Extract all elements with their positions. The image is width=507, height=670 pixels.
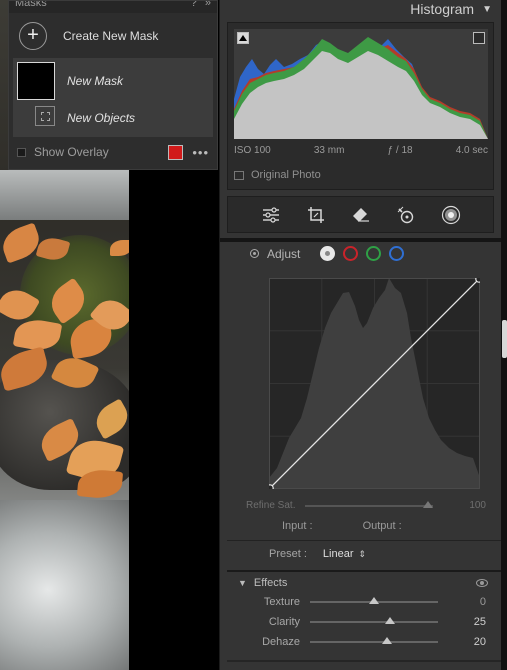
sliders-icon[interactable]: [261, 205, 281, 225]
eye-icon[interactable]: [476, 579, 488, 587]
plus-icon: +: [19, 21, 47, 50]
histogram-chart: [234, 37, 488, 139]
collapse-icon[interactable]: »: [205, 1, 211, 9]
masks-panel-header: Masks ? »: [9, 1, 217, 13]
dehaze-slider[interactable]: [310, 637, 438, 644]
refine-saturation-value[interactable]: 100: [469, 500, 486, 511]
mask-icon[interactable]: [441, 205, 461, 225]
show-overlay-label: Show Overlay: [34, 145, 109, 159]
histogram-header[interactable]: Histogram ▼: [220, 0, 502, 18]
help-icon[interactable]: ?: [191, 1, 197, 9]
clarity-value[interactable]: 25: [474, 616, 486, 628]
more-options-icon[interactable]: •••: [192, 145, 209, 160]
mask-name[interactable]: New Mask: [67, 74, 123, 88]
histogram-graph: [234, 29, 488, 139]
clarity-slider-row: Clarity 25: [246, 616, 486, 628]
scrollbar-thumb[interactable]: [502, 320, 507, 358]
tone-curve-graph[interactable]: [266, 275, 483, 492]
tone-curve-svg: [266, 275, 483, 492]
dehaze-knob[interactable]: [381, 637, 392, 644]
effects-title: Effects: [253, 577, 288, 589]
curve-adjust-row: Adjust: [250, 246, 412, 261]
texture-slider[interactable]: [310, 597, 438, 604]
histogram-box: ISO 100 33 mm ƒ / 18 4.0 sec Original Ph…: [227, 22, 494, 190]
original-photo-label: Original Photo: [251, 169, 321, 181]
texture-knob[interactable]: [369, 597, 379, 604]
divider: [227, 660, 502, 662]
show-overlay-checkbox[interactable]: [17, 147, 26, 157]
iso-value: ISO 100: [234, 145, 271, 156]
refine-saturation-label: Refine Sat.: [246, 500, 296, 511]
panel-separator: [220, 238, 502, 242]
masks-panel-title: Masks: [15, 1, 47, 9]
dropdown-arrows-icon[interactable]: ⇕: [358, 549, 366, 560]
clarity-slider[interactable]: [310, 617, 438, 624]
focal-length: 33 mm: [313, 145, 345, 156]
photo-leaf: [110, 240, 129, 256]
disclosure-triangle-icon[interactable]: ▼: [238, 578, 247, 588]
crop-icon[interactable]: [306, 205, 326, 225]
curve-preset-row: Preset : Linear ⇕: [269, 548, 366, 560]
dehaze-slider-row: Dehaze 20: [246, 636, 486, 648]
overlay-color-swatch[interactable]: [168, 144, 184, 160]
refine-saturation-knob[interactable]: [423, 500, 434, 508]
mask-component-name[interactable]: New Objects: [67, 111, 135, 125]
mask-thumbnail: [17, 62, 55, 100]
photo-water: [0, 500, 129, 670]
blue-channel-button[interactable]: [389, 246, 405, 261]
create-new-mask-label: Create New Mask: [63, 28, 159, 43]
preset-dropdown-value[interactable]: Linear: [323, 548, 354, 560]
dehaze-value[interactable]: 20: [474, 636, 486, 648]
input-label: Input :: [282, 520, 313, 532]
heal-icon[interactable]: [396, 205, 416, 225]
shutter-speed: 4.0 sec: [455, 145, 488, 156]
collapse-triangle-icon[interactable]: ▼: [482, 4, 492, 15]
red-channel-button[interactable]: [343, 246, 359, 261]
right-panel-scrollbar[interactable]: [501, 0, 507, 670]
refine-saturation-slider[interactable]: [305, 500, 434, 508]
photo-water-top: [0, 170, 129, 220]
input-output-readout: Input : Output :: [282, 520, 482, 532]
curve-point-white[interactable]: [475, 275, 483, 283]
original-photo-checkbox[interactable]: [234, 170, 244, 180]
texture-slider-row: Texture 0: [246, 596, 486, 608]
point-curve-channel-button[interactable]: [320, 246, 336, 261]
dehaze-label: Dehaze: [262, 636, 300, 648]
objects-mask-icon: [35, 106, 55, 126]
texture-value[interactable]: 0: [480, 596, 486, 608]
aperture-value: ƒ / 18: [387, 145, 413, 156]
clarity-label: Clarity: [268, 616, 300, 628]
shadow-clipping-icon[interactable]: [237, 32, 249, 44]
highlight-clipping-icon[interactable]: [473, 32, 485, 44]
original-photo-toggle[interactable]: Original Photo: [234, 169, 321, 181]
histogram-title: Histogram: [410, 1, 475, 17]
exif-info: ISO 100 33 mm ƒ / 18 4.0 sec: [234, 145, 488, 156]
adjust-label: Adjust: [267, 246, 301, 261]
green-channel-button[interactable]: [366, 246, 382, 261]
tool-strip: [227, 196, 494, 233]
eraser-icon[interactable]: [351, 205, 371, 225]
divider: [227, 540, 502, 541]
refine-saturation-row: Refine Sat. 100: [246, 500, 486, 511]
preset-label: Preset :: [269, 548, 307, 560]
mask-item[interactable]: New Mask New Objects: [13, 58, 213, 137]
clarity-knob[interactable]: [385, 617, 395, 624]
curve-point-black[interactable]: [266, 484, 274, 492]
effects-section-header[interactable]: ▼ Effects: [238, 577, 488, 589]
show-overlay-row: Show Overlay •••: [9, 137, 217, 167]
create-new-mask-button[interactable]: + Create New Mask: [9, 13, 217, 58]
target-adjust-icon[interactable]: [250, 249, 259, 258]
texture-label: Texture: [263, 596, 300, 608]
masks-panel: Masks ? » + Create New Mask New Mask New…: [8, 0, 218, 170]
divider: [227, 570, 502, 572]
output-label: Output :: [362, 520, 402, 532]
right-panel: Histogram ▼ ISO 100 33 mm ƒ / 18 4.0 sec…: [219, 0, 502, 670]
